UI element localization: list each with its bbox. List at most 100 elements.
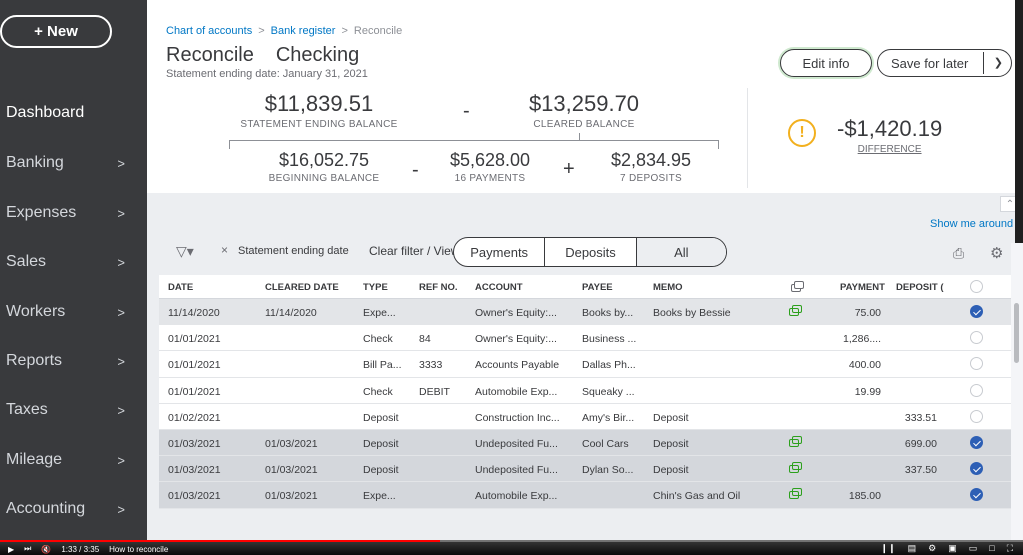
statement-ending-balance-label: STATEMENT ENDING BALANCE (240, 119, 398, 130)
mute-icon[interactable]: 🔇 (41, 545, 51, 554)
statement-ending-balance: $11,839.51 STATEMENT ENDING BALANCE (219, 91, 419, 130)
cleared-checkbox[interactable] (970, 435, 983, 449)
play-icon[interactable]: ▶ (8, 545, 14, 554)
sidebar-item-label: Reports (6, 352, 63, 369)
sidebar-item-workers[interactable]: Workers > (0, 297, 147, 327)
sidebar-item-reports[interactable]: Reports > (0, 346, 147, 376)
difference: -$1,420.19 DIFFERENCE (837, 116, 942, 155)
gear-icon[interactable]: ⚙ (990, 244, 1003, 262)
cell-account: Construction Inc... (475, 411, 560, 424)
tab-payments[interactable]: Payments (454, 238, 546, 266)
sidebar-item-label: Workers (6, 303, 66, 320)
deposits-total: $2,834.95 7 DEPOSITS (593, 150, 709, 184)
cell-payment: 185.00 (848, 490, 881, 503)
table-row[interactable]: 01/02/2021 Deposit Construction Inc... Amy'… (159, 403, 1023, 430)
cleared-balance-label: CLEARED BALANCE (533, 119, 635, 130)
cell-memo: Deposit (653, 437, 689, 450)
table-row[interactable]: 01/01/2021 Bill Pa... 3333 Accounts Payable… (159, 351, 1023, 378)
column-header-memo[interactable]: MEMO (653, 282, 683, 293)
sidebar-item-mileage[interactable]: Mileage > (0, 445, 147, 475)
player-controls-right: ❙❙ ▤ ⚙ ▣ ▭ □ ⛶ (881, 543, 1013, 554)
cleared-checkbox[interactable] (970, 488, 983, 502)
sidebar-item-label: Accounting (6, 500, 86, 517)
settings-icon[interactable]: ⚙ (928, 543, 936, 554)
cell-account: Automobile Exp... (475, 490, 558, 503)
column-header-type[interactable]: TYPE (363, 282, 388, 293)
deposits-count-label: 7 DEPOSITS (620, 173, 682, 184)
cell-deposit: 699.00 (904, 437, 937, 450)
sidebar-item-taxes[interactable]: Taxes > (0, 395, 147, 425)
scrollbar-thumb[interactable] (1014, 303, 1019, 363)
attachment-icon[interactable] (789, 435, 804, 448)
tab-deposits[interactable]: Deposits (545, 238, 637, 266)
attachment-icon[interactable] (789, 305, 804, 317)
filter-icon[interactable]: ▽▾ (176, 243, 194, 260)
breadcrumb-bank-register[interactable]: Bank register (271, 25, 336, 37)
chevron-right-icon: > (117, 402, 125, 418)
cell-payment: 75.00 (854, 307, 881, 319)
payments-total: $5,628.00 16 PAYMENTS (435, 150, 545, 184)
captions-icon[interactable]: ▤ (908, 543, 917, 554)
cell-memo: Deposit (653, 411, 689, 424)
window-edge (1015, 0, 1023, 243)
miniplayer-icon[interactable]: ▣ (948, 543, 957, 554)
column-header-date[interactable]: DATE (168, 282, 193, 293)
sidebar-item-label: Mileage (6, 451, 63, 468)
sidebar-item-expenses[interactable]: Expenses > (0, 198, 147, 228)
edit-info-button[interactable]: Edit info (780, 49, 872, 77)
new-button[interactable]: + New (0, 15, 112, 48)
column-header-account[interactable]: ACCOUNT (475, 282, 523, 293)
cleared-checkbox[interactable] (970, 462, 983, 476)
table-row[interactable]: 01/01/2021 Check 84 Owner's Equity:... Busin… (159, 325, 1023, 352)
fullscreen-icon[interactable]: ⛶ (1007, 543, 1013, 554)
table-row[interactable]: 01/01/2021 Check DEBIT Automobile Exp... Squ… (159, 377, 1023, 404)
attachment-icon[interactable] (789, 488, 804, 500)
cell-account: Owner's Equity:... (475, 333, 557, 346)
scrollbar[interactable] (1011, 243, 1023, 540)
column-header-cleared-date[interactable]: CLEARED DATE (265, 282, 339, 293)
column-header-ref-no[interactable]: REF NO. (419, 282, 458, 293)
cleared-checkbox[interactable] (970, 357, 983, 371)
print-icon[interactable]: ⎙ (953, 245, 964, 262)
cast-icon[interactable]: □ (989, 543, 994, 554)
table-row[interactable]: 01/03/2021 01/03/2021 Deposit Undeposited F… (159, 429, 1023, 457)
cell-payee: Amy's Bir... (582, 411, 635, 424)
column-header-deposit[interactable]: DEPOSIT ( (896, 282, 944, 293)
sidebar-item-label: Banking (6, 154, 64, 171)
table-row[interactable]: 01/03/2021 01/03/2021 Expe... Automobile Ex… (159, 482, 1023, 509)
sidebar-item-accounting[interactable]: Accounting > (0, 494, 147, 524)
sidebar-item-sales[interactable]: Sales > (0, 247, 147, 277)
cleared-checkbox[interactable] (970, 383, 983, 397)
save-for-later-button[interactable]: Save for later ❯ (877, 49, 1012, 77)
remove-filter-icon[interactable]: × (221, 243, 228, 257)
page-title-account: Checking (275, 44, 360, 66)
cleared-checkbox[interactable] (970, 305, 983, 318)
column-header-payment[interactable]: PAYMENT (840, 282, 885, 293)
video-progress-bar[interactable] (0, 540, 1023, 542)
table-row[interactable]: 11/14/2020 11/14/2020 Expe... Owner's Equit… (159, 299, 1023, 326)
sidebar-item-banking[interactable]: Banking > (0, 148, 147, 178)
cell-payee: Business ... (582, 333, 637, 346)
pause-toggle-icon[interactable]: ❙❙ (881, 543, 896, 554)
sidebar-item-dashboard[interactable]: Dashboard (0, 98, 147, 128)
cell-payee: Dylan So... (582, 464, 634, 477)
cell-date: 01/03/2021 (168, 490, 221, 503)
cell-date: 01/01/2021 (168, 385, 221, 398)
breadcrumb-chart-of-accounts[interactable]: Chart of accounts (166, 25, 252, 37)
summary-bracket (229, 133, 719, 150)
cell-payee: Cool Cars (582, 437, 629, 450)
cleared-checkbox[interactable] (970, 409, 983, 423)
tab-all[interactable]: All (636, 238, 726, 266)
clear-filter-link[interactable]: Clear filter / View all (369, 244, 455, 258)
cell-date: 11/14/2020 (168, 307, 220, 319)
select-all-checkbox[interactable] (970, 280, 983, 293)
theater-icon[interactable]: ▭ (969, 543, 978, 554)
chevron-down-icon[interactable]: ❯ (994, 56, 1003, 69)
payments-count-label: 16 PAYMENTS (454, 173, 526, 184)
attachment-icon[interactable] (789, 462, 804, 474)
cleared-checkbox[interactable] (970, 331, 983, 345)
next-icon[interactable]: ⏭ (24, 544, 31, 554)
show-me-around-link[interactable]: Show me around (930, 218, 1013, 230)
table-row[interactable]: 01/03/2021 01/03/2021 Deposit Undeposited F… (159, 456, 1023, 483)
column-header-payee[interactable]: PAYEE (582, 282, 613, 293)
